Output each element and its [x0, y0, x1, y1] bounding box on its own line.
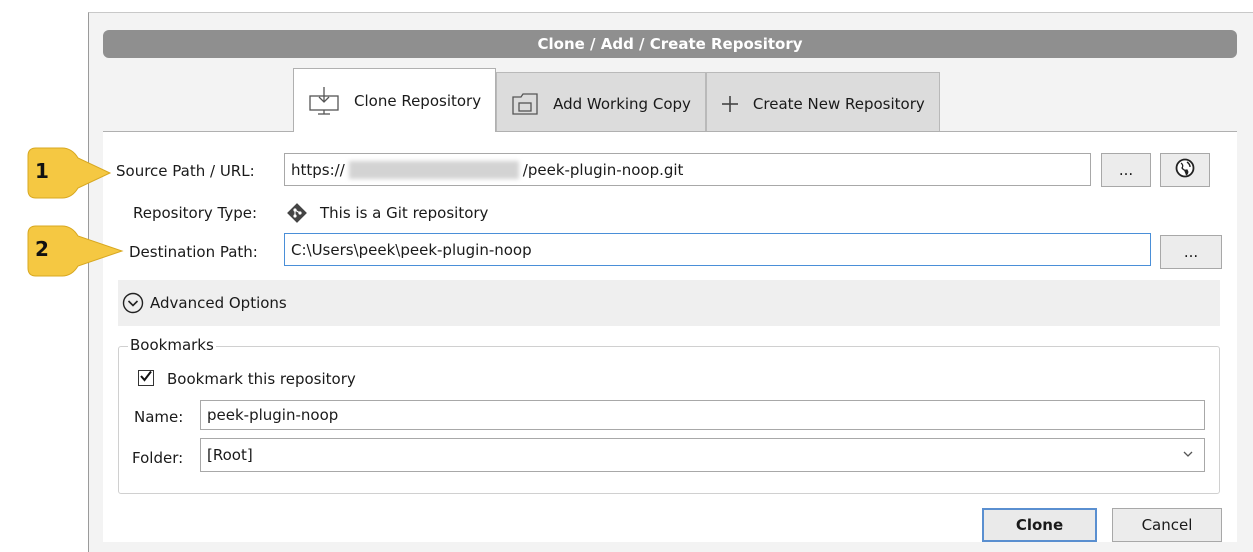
callout-1-number: 1	[35, 159, 49, 183]
cancel-button[interactable]: Cancel	[1112, 508, 1222, 542]
bookmark-folder-label: Folder:	[132, 449, 184, 467]
destination-path-label: Destination Path:	[129, 243, 258, 261]
tab-clone-label: Clone Repository	[354, 91, 482, 110]
bookmark-folder-select[interactable]: [Root]	[200, 438, 1205, 472]
advanced-options-label: Advanced Options	[150, 294, 287, 312]
globe-icon	[1175, 158, 1195, 182]
tab-clone-repository[interactable]: Clone Repository	[293, 68, 497, 132]
chevron-down-icon	[122, 292, 144, 314]
plus-icon	[721, 95, 739, 113]
bookmark-checkbox[interactable]	[138, 370, 154, 386]
callout-2-number: 2	[35, 237, 49, 261]
source-path-label: Source Path / URL:	[116, 162, 255, 180]
destination-browse-label: ...	[1183, 243, 1199, 261]
remote-browse-button[interactable]	[1160, 153, 1210, 187]
destination-path-input[interactable]: C:\Users\peek\peek-plugin-noop	[284, 233, 1151, 266]
title-bar: Clone / Add / Create Repository	[103, 30, 1237, 58]
bookmarks-group-title: Bookmarks	[128, 336, 216, 354]
folder-icon	[511, 91, 539, 117]
source-browse-button[interactable]: ...	[1101, 153, 1151, 187]
callout-2: 2	[20, 224, 124, 278]
window-title: Clone / Add / Create Repository	[537, 35, 803, 53]
tab-create-label: Create New Repository	[752, 95, 925, 113]
tab-add-label: Add Working Copy	[553, 95, 691, 113]
bookmark-checkbox-label: Bookmark this repository	[167, 370, 356, 388]
tab-create-new-repository[interactable]: Create New Repository	[705, 72, 940, 135]
destination-browse-button[interactable]: ...	[1160, 235, 1222, 269]
clone-icon	[308, 86, 340, 116]
clone-button-label: Clone	[1015, 516, 1064, 534]
bookmark-folder-value: [Root]	[207, 446, 253, 464]
redacted-host	[348, 160, 519, 179]
advanced-options-toggle[interactable]: Advanced Options	[118, 280, 1220, 326]
repo-type-value: This is a Git repository	[320, 204, 489, 222]
repo-type-label: Repository Type:	[133, 204, 258, 222]
source-path-input[interactable]: https:// /peek-plugin-noop.git	[284, 153, 1091, 186]
callout-1: 1	[20, 146, 112, 200]
source-path-prefix: https://	[291, 160, 345, 179]
source-path-suffix: /peek-plugin-noop.git	[522, 160, 684, 179]
bookmark-name-label: Name:	[134, 408, 184, 426]
checkmark-icon	[139, 369, 153, 387]
tab-strip: Clone Repository Add Working Copy Create…	[293, 68, 940, 135]
source-browse-label: ...	[1118, 161, 1134, 179]
tab-add-working-copy[interactable]: Add Working Copy	[496, 72, 706, 135]
cancel-button-label: Cancel	[1141, 516, 1193, 534]
chevron-down-icon	[1182, 446, 1194, 464]
git-icon	[287, 203, 307, 227]
clone-button[interactable]: Clone	[982, 508, 1097, 542]
bookmark-name-input[interactable]: peek-plugin-noop	[200, 400, 1205, 430]
